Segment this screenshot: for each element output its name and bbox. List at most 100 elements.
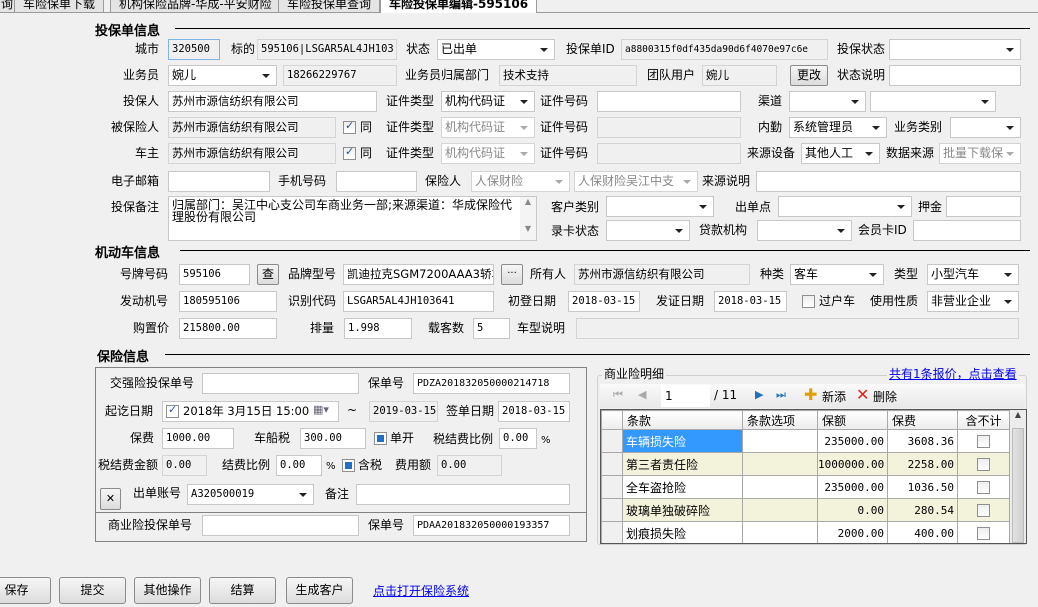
clear-button[interactable]: ✕ (100, 488, 121, 510)
clerk-select[interactable]: 系统管理员 (789, 117, 887, 138)
row-header[interactable] (601, 452, 623, 476)
dept-input[interactable]: 技术支持 (499, 65, 637, 86)
delete-button[interactable]: 删除 (873, 388, 897, 405)
tab-policy-download[interactable]: 车险保单下载 (14, 0, 105, 12)
device-select[interactable]: 其他人工 (801, 143, 880, 164)
plate-input[interactable]: 595106 (179, 264, 250, 285)
email-input[interactable] (168, 171, 270, 192)
premium-cell[interactable]: 280.54 (887, 498, 958, 522)
exclude-checkbox[interactable] (977, 504, 990, 517)
channel-select[interactable] (789, 91, 866, 112)
clause-cell[interactable]: 全车盗抢险 (622, 475, 743, 499)
seats-input[interactable]: 5 (473, 318, 510, 339)
status-desc-input[interactable] (889, 65, 1021, 86)
src-desc-input[interactable] (756, 171, 1021, 192)
exclude-checkbox[interactable] (977, 527, 990, 540)
use-select[interactable]: 非营业企业 (927, 291, 1019, 312)
vin-input[interactable]: LSGAR5AL4JH103641 (343, 291, 494, 312)
remark-textarea[interactable]: 归属部门：吴江中心支公司车商业务一部;来源渠道：华成保险代理股份有限公司 (168, 196, 537, 241)
channel-sub-select[interactable] (870, 91, 996, 112)
premium-cell[interactable]: 400.00 (887, 521, 958, 543)
cert-date-input[interactable]: 2018-03-15 (714, 291, 787, 312)
premium-input[interactable]: 1000.00 (162, 428, 234, 449)
displacement-input[interactable]: 1.998 (344, 318, 412, 339)
salesman-select[interactable]: 婉儿 (168, 65, 277, 86)
row-header[interactable] (601, 475, 623, 499)
ci-app-input[interactable] (202, 373, 359, 394)
datasrc-select[interactable]: 批量下载保 (939, 143, 1021, 164)
row-header[interactable] (601, 429, 623, 453)
applicant-input[interactable]: 苏州市源信纺织有限公司 (168, 91, 377, 112)
column-header[interactable]: 条款 (622, 410, 743, 430)
subject-input[interactable]: 595106|LSGAR5AL4JH103 (257, 39, 397, 60)
cust-type-select[interactable] (606, 196, 714, 217)
amount-cell[interactable]: 235000.00 (817, 429, 888, 453)
scroll-up-icon[interactable]: ▲ (520, 197, 536, 206)
ci-policy-no-input[interactable]: PDZA201832050000214718 (413, 373, 570, 394)
note-input[interactable] (356, 484, 570, 505)
card-status-select[interactable] (606, 220, 690, 241)
generate-customer-button[interactable]: 生成客户 (286, 577, 353, 604)
price-input[interactable]: 215800.00 (179, 318, 277, 339)
issue-point-select[interactable] (778, 196, 912, 217)
amount-cell[interactable]: 235000.00 (817, 475, 888, 499)
mobile-input[interactable] (336, 171, 417, 192)
status-select[interactable]: 已出单 (437, 39, 555, 60)
start-enabled-checkbox[interactable] (166, 403, 179, 418)
tax-input[interactable]: 300.00 (300, 428, 366, 449)
amount-cell[interactable]: 2000.00 (817, 521, 888, 543)
option-cell[interactable] (742, 498, 818, 522)
option-cell[interactable] (742, 429, 818, 453)
separate-checkbox[interactable] (374, 432, 387, 445)
exclude-cell[interactable] (957, 521, 1010, 543)
type-select[interactable]: 小型汽车 (927, 264, 1019, 285)
tax-fee-ratio-input[interactable]: 0.00 (499, 428, 537, 449)
tab-policy-edit[interactable]: 车险投保单编辑-595106 (380, 0, 538, 13)
table-row[interactable]: 划痕损失险 2000.00 400.00 (601, 521, 1010, 543)
model-lookup-button[interactable]: ··· (501, 264, 523, 285)
table-row[interactable]: 车辆损失险 235000.00 3608.36 (601, 429, 1010, 453)
scroll-down-icon[interactable]: ▼ (520, 224, 536, 233)
next-page-icon[interactable]: ▶ (755, 388, 763, 401)
option-cell[interactable] (742, 475, 818, 499)
end-date-input[interactable]: 2019-03-15 (369, 401, 438, 422)
plate-query-button[interactable]: 查 (257, 264, 279, 285)
table-row[interactable]: 全车盗抢险 235000.00 1036.50 (601, 475, 1010, 499)
owner-idtype-select[interactable]: 机构代码证 (441, 143, 535, 164)
settle-button[interactable]: 结算 (209, 577, 276, 604)
owner-idno-input[interactable] (597, 143, 741, 164)
page-input[interactable]: 1 (661, 385, 710, 407)
tab-brand[interactable]: 机构保险品牌-华成-平安财险 (110, 0, 281, 12)
account-select[interactable]: A320500019 (187, 484, 314, 505)
grid-scrollbar[interactable]: ▲ (1010, 410, 1026, 543)
table-row[interactable]: 玻璃单独破碎险 0.00 280.54 (601, 498, 1010, 522)
insurer-select[interactable]: 人保财险 (471, 171, 570, 192)
deposit-input[interactable] (946, 196, 1021, 217)
save-button[interactable]: 保存 (0, 577, 51, 604)
policy-id-input[interactable]: a8800315f0df435da90d6f4070e97c6e (621, 39, 828, 60)
city-input[interactable]: 320500 (168, 39, 220, 60)
applicant-idno-input[interactable] (597, 91, 741, 112)
ins-status-select[interactable] (889, 39, 1021, 60)
applicant-idtype-select[interactable]: 机构代码证 (441, 91, 535, 112)
delete-icon[interactable]: ✕ (856, 385, 869, 404)
quote-link[interactable]: 共有1条报价，点击查看 (887, 365, 1019, 382)
option-cell[interactable] (742, 521, 818, 543)
first-page-icon[interactable]: ⏮ (613, 388, 623, 402)
owner-same-checkbox[interactable] (343, 145, 356, 160)
exclude-cell[interactable] (957, 475, 1010, 499)
fee-ratio-input[interactable]: 0.00 (276, 455, 322, 476)
tab-policy-query[interactable]: 车险投保单查询 (278, 0, 381, 12)
vehicle-owner-input[interactable]: 苏州市源信纺织有限公司 (574, 264, 750, 285)
owner-input[interactable]: 苏州市源信纺织有限公司 (168, 143, 336, 164)
sign-date-input[interactable]: 2018-03-15 (498, 401, 570, 422)
exclude-cell[interactable] (957, 498, 1010, 522)
column-header[interactable]: 保额 (817, 410, 888, 430)
biz-type-select[interactable] (950, 117, 1021, 138)
insured-input[interactable]: 苏州市源信纺织有限公司 (168, 117, 336, 138)
clause-cell[interactable]: 划痕损失险 (622, 521, 743, 543)
reg-date-input[interactable]: 2018-03-15 (568, 291, 640, 312)
column-header[interactable]: 含不计 (957, 410, 1010, 430)
exclude-cell[interactable] (957, 429, 1010, 453)
scroll-thumb[interactable] (1012, 428, 1024, 543)
